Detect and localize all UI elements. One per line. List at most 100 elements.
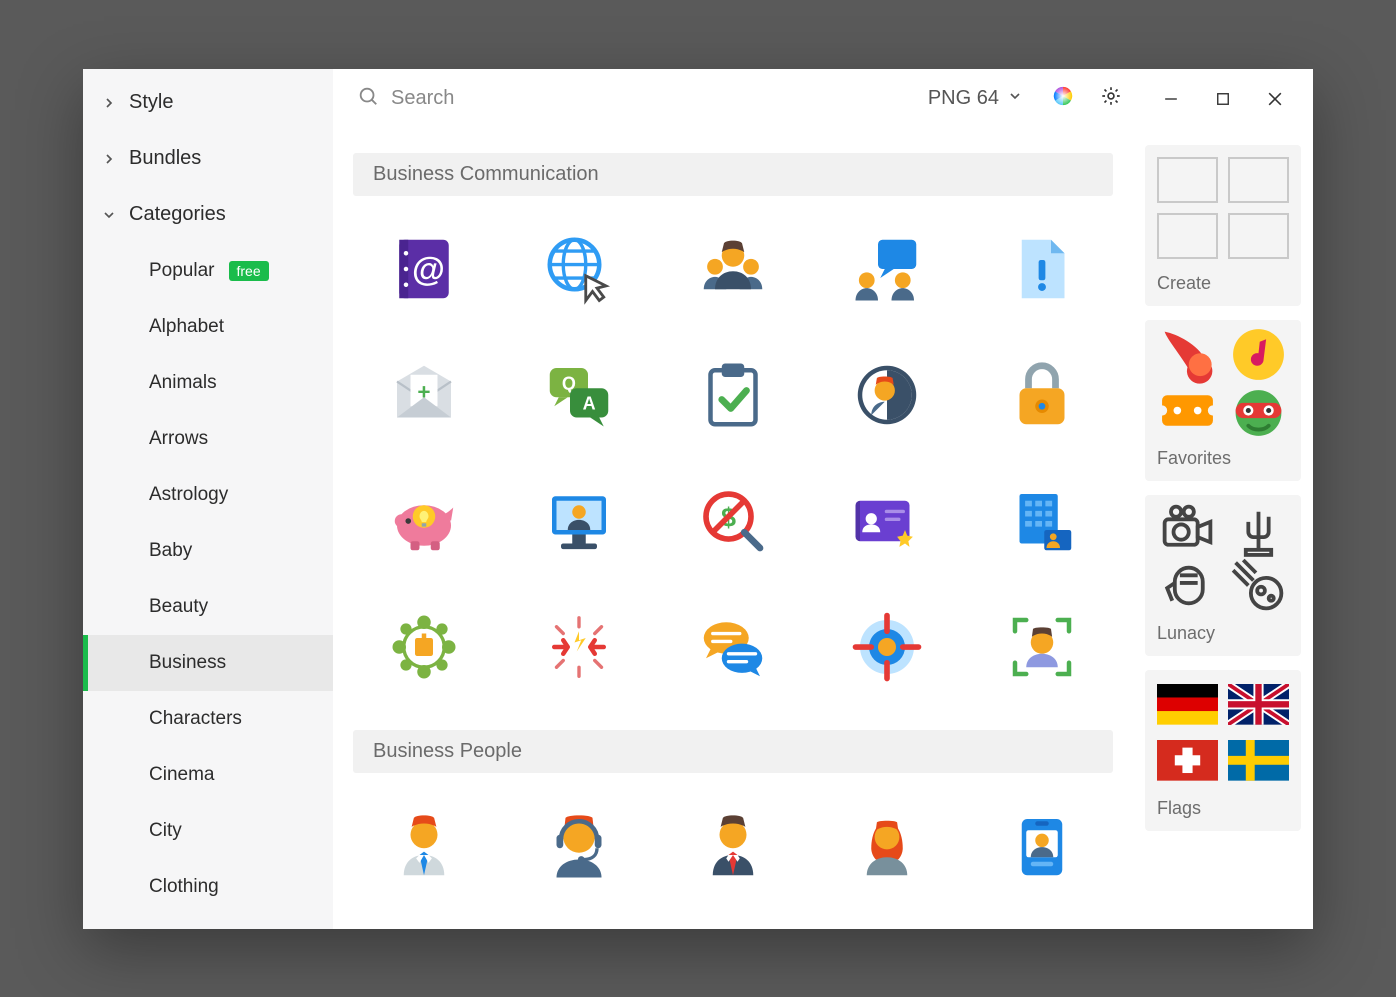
- sidebar-label: Popular: [149, 260, 215, 282]
- app-window: Style Bundles Categories Popular free Al…: [83, 69, 1313, 929]
- placeholder-icon: [1228, 157, 1289, 203]
- icon-task-completed[interactable]: [666, 350, 800, 440]
- sidebar-label: Business: [149, 652, 226, 674]
- cactus-icon: [1228, 507, 1289, 553]
- flag-germany-icon: [1157, 682, 1218, 728]
- icon-conference-call[interactable]: [666, 224, 800, 314]
- icon-consultation[interactable]: [820, 224, 954, 314]
- sidebar-label: Baby: [149, 540, 192, 562]
- sidebar-item-business[interactable]: Business: [83, 635, 333, 691]
- flag-uk-icon: [1228, 682, 1289, 728]
- icon-address-book[interactable]: @: [357, 224, 491, 314]
- icon-businessman[interactable]: [357, 801, 491, 891]
- free-badge: free: [229, 261, 269, 281]
- collection-label: Lunacy: [1157, 623, 1289, 644]
- glove-icon: [1157, 563, 1218, 609]
- sidebar: Style Bundles Categories Popular free Al…: [83, 69, 333, 929]
- sidebar-item-characters[interactable]: Characters: [83, 691, 333, 747]
- right-panel: Create Favorites: [1133, 129, 1313, 929]
- format-label: PNG 64: [928, 87, 999, 110]
- color-picker-button[interactable]: [1041, 77, 1085, 121]
- icon-affiliate[interactable]: [357, 602, 491, 692]
- sidebar-item-cinema[interactable]: Cinema: [83, 747, 333, 803]
- icon-messaging[interactable]: [666, 602, 800, 692]
- chevron-right-icon: [101, 151, 129, 167]
- icon-face-id[interactable]: [975, 602, 1109, 692]
- sidebar-label: Characters: [149, 708, 242, 730]
- sidebar-item-categories[interactable]: Categories: [83, 187, 333, 243]
- content-row: Business Communication @: [333, 129, 1313, 929]
- sidebar-item-popular[interactable]: Popular free: [83, 243, 333, 299]
- search-input[interactable]: [391, 87, 910, 110]
- sidebar-item-clothing[interactable]: Clothing: [83, 859, 333, 915]
- sidebar-item-bundles[interactable]: Bundles: [83, 131, 333, 187]
- svg-text:A: A: [582, 393, 595, 413]
- sidebar-item-style[interactable]: Style: [83, 75, 333, 131]
- search[interactable]: [357, 85, 910, 113]
- icon-businesswoman[interactable]: [820, 801, 954, 891]
- sidebar-label: City: [149, 820, 182, 842]
- comet-icon: [1157, 332, 1218, 378]
- placeholder-icon: [1157, 213, 1218, 259]
- color-wheel-icon: [1052, 85, 1074, 112]
- sidebar-label: Categories: [129, 203, 226, 226]
- icon-piggy-bank-idea[interactable]: [357, 476, 491, 566]
- flag-switzerland-icon: [1157, 738, 1218, 784]
- collection-create[interactable]: Create: [1145, 145, 1301, 306]
- collection-lunacy[interactable]: Lunacy: [1145, 495, 1301, 656]
- icon-crash[interactable]: [511, 602, 645, 692]
- icon-secured[interactable]: [975, 350, 1109, 440]
- sidebar-label: Animals: [149, 372, 217, 394]
- sidebar-item-arrows[interactable]: Arrows: [83, 411, 333, 467]
- icon-faq-chat[interactable]: QA: [511, 350, 645, 440]
- sidebar-label: Alphabet: [149, 316, 224, 338]
- window-minimize-button[interactable]: [1145, 77, 1197, 121]
- format-selector[interactable]: PNG 64: [914, 87, 1037, 110]
- icon-manager[interactable]: [666, 801, 800, 891]
- icon-employee-card[interactable]: [975, 801, 1109, 891]
- sidebar-label: Cinema: [149, 764, 214, 786]
- sidebar-label: Astrology: [149, 484, 228, 506]
- settings-button[interactable]: [1089, 77, 1133, 121]
- sidebar-label: Style: [129, 91, 173, 114]
- search-icon: [357, 85, 379, 113]
- sidebar-item-astrology[interactable]: Astrology: [83, 467, 333, 523]
- main: PNG 64: [333, 69, 1313, 929]
- sidebar-item-animals[interactable]: Animals: [83, 355, 333, 411]
- icon-internet-cursor[interactable]: [511, 224, 645, 314]
- sidebar-label: Clothing: [149, 876, 219, 898]
- icon-no-cost[interactable]: $: [666, 476, 800, 566]
- sidebar-label: Bundles: [129, 147, 201, 170]
- ticket-icon: [1157, 388, 1218, 434]
- icon-aim[interactable]: [820, 602, 954, 692]
- section-header: Business Communication: [353, 153, 1113, 196]
- sidebar-item-city[interactable]: City: [83, 803, 333, 859]
- sidebar-item-beauty[interactable]: Beauty: [83, 579, 333, 635]
- topbar: PNG 64: [333, 69, 1313, 129]
- sidebar-item-baby[interactable]: Baby: [83, 523, 333, 579]
- window-close-button[interactable]: [1249, 77, 1301, 121]
- window-maximize-button[interactable]: [1197, 77, 1249, 121]
- icon-membership-card[interactable]: [820, 476, 954, 566]
- window-controls: [1145, 77, 1301, 121]
- icon-grid: @ +: [353, 214, 1113, 722]
- collection-favorites[interactable]: Favorites: [1145, 320, 1301, 481]
- icon-important-mail[interactable]: +: [357, 350, 491, 440]
- chevron-down-icon: [101, 207, 129, 223]
- icon-company[interactable]: [975, 476, 1109, 566]
- section-header: Business People: [353, 730, 1113, 773]
- icon-area: Business Communication @: [333, 129, 1133, 929]
- collection-flags[interactable]: Flags: [1145, 670, 1301, 831]
- turtle-mask-icon: [1228, 388, 1289, 434]
- music-icon: [1228, 332, 1289, 378]
- sidebar-item-alphabet[interactable]: Alphabet: [83, 299, 333, 355]
- icon-important-file[interactable]: [975, 224, 1109, 314]
- icon-operator[interactable]: [511, 801, 645, 891]
- collection-label: Flags: [1157, 798, 1289, 819]
- svg-text:@: @: [412, 250, 445, 288]
- icon-grid: [353, 791, 1113, 921]
- meteor-icon: [1228, 563, 1289, 609]
- icon-contacts[interactable]: [820, 350, 954, 440]
- gear-icon: [1100, 85, 1122, 112]
- icon-video-conference[interactable]: [511, 476, 645, 566]
